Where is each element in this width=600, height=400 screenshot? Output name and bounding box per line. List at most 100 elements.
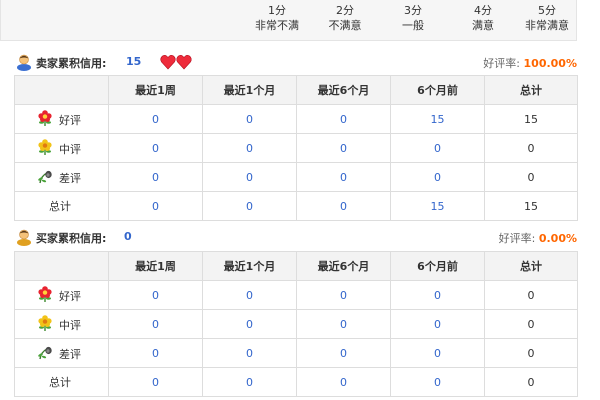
buyer-rate-label: 好评率: bbox=[498, 232, 536, 245]
row-label-cell: 好评 bbox=[14, 104, 109, 134]
row-label: 总计 bbox=[49, 200, 71, 213]
table-cell[interactable]: 0 bbox=[202, 309, 297, 339]
row-label: 差评 bbox=[59, 172, 81, 185]
score-legend-item-1: 1分 非常不满 bbox=[247, 3, 307, 33]
buyer-credit-title: 买家累积信用: bbox=[36, 232, 107, 245]
table-cell[interactable]: 0 bbox=[202, 162, 297, 192]
buyer-credit-score[interactable]: 0 bbox=[124, 230, 132, 243]
table-cell[interactable]: 0 bbox=[390, 280, 485, 310]
buyer-person-icon bbox=[17, 229, 31, 246]
table-cell[interactable]: 0 bbox=[108, 162, 203, 192]
row-label: 好评 bbox=[59, 114, 81, 127]
buyer-rate: 好评率: 0.00% bbox=[499, 230, 577, 246]
seller-credit-title: 卖家累积信用: bbox=[36, 57, 107, 70]
table-cell-total: 0 bbox=[484, 162, 578, 192]
table-cell-total: 0 bbox=[484, 309, 578, 339]
table-cell[interactable]: 0 bbox=[296, 104, 391, 134]
table-cell[interactable]: 15 bbox=[390, 191, 485, 221]
row-label-cell: 好评 bbox=[14, 280, 109, 310]
row-label: 总计 bbox=[49, 376, 71, 389]
table-cell[interactable]: 0 bbox=[108, 367, 203, 397]
seller-person-icon bbox=[17, 54, 31, 71]
table-cell[interactable]: 0 bbox=[108, 280, 203, 310]
table-cell[interactable]: 0 bbox=[202, 104, 297, 134]
table-row: 中评 0 0 0 0 0 bbox=[14, 133, 578, 163]
wilted-flower-icon bbox=[38, 346, 52, 360]
table-cell[interactable]: 0 bbox=[108, 133, 203, 163]
table-cell[interactable]: 0 bbox=[296, 162, 391, 192]
table-cell[interactable]: 0 bbox=[390, 367, 485, 397]
row-label-cell: 总计 bbox=[14, 367, 109, 397]
yellow-flower-icon bbox=[38, 315, 52, 331]
table-cell[interactable]: 0 bbox=[202, 338, 297, 368]
row-label-cell: 中评 bbox=[14, 133, 109, 163]
table-cell[interactable]: 0 bbox=[296, 338, 391, 368]
table-cell-total: 0 bbox=[484, 280, 578, 310]
column-header: 最近1周 bbox=[108, 75, 203, 105]
row-label-cell: 差评 bbox=[14, 162, 109, 192]
table-cell-total: 0 bbox=[484, 367, 578, 397]
table-cell[interactable]: 0 bbox=[108, 104, 203, 134]
table-row: 好评 0 0 0 15 15 bbox=[14, 104, 578, 134]
table-cell[interactable]: 0 bbox=[296, 280, 391, 310]
score-desc: 不满意 bbox=[328, 19, 362, 32]
score-value: 5分 bbox=[538, 4, 556, 17]
row-label: 差评 bbox=[59, 348, 81, 361]
row-label-cell: 差评 bbox=[14, 338, 109, 368]
table-header-row: 最近1周 最近1个月 最近6个月 6个月前 总计 bbox=[14, 75, 578, 105]
wilted-flower-icon bbox=[38, 170, 52, 184]
row-label: 中评 bbox=[59, 319, 81, 332]
seller-rate-value: 100.00% bbox=[523, 57, 577, 70]
score-desc: 非常不满 bbox=[255, 19, 299, 32]
red-flower-icon bbox=[38, 110, 52, 126]
row-label: 好评 bbox=[59, 290, 81, 303]
red-flower-icon bbox=[38, 286, 52, 302]
table-row: 好评 0 0 0 0 0 bbox=[14, 280, 578, 310]
table-cell[interactable]: 0 bbox=[390, 309, 485, 339]
score-desc: 非常满意 bbox=[525, 19, 569, 32]
column-header: 6个月前 bbox=[390, 75, 485, 105]
table-cell[interactable]: 0 bbox=[296, 133, 391, 163]
table-cell-total: 15 bbox=[484, 104, 578, 134]
table-row-total: 总计 0 0 0 15 15 bbox=[14, 191, 578, 221]
score-value: 3分 bbox=[404, 4, 422, 17]
table-row: 差评 0 0 0 0 0 bbox=[14, 338, 578, 368]
score-desc: 满意 bbox=[472, 19, 494, 32]
table-row: 差评 0 0 0 0 0 bbox=[14, 162, 578, 192]
table-cell[interactable]: 0 bbox=[296, 367, 391, 397]
seller-credit-table: 最近1周 最近1个月 最近6个月 6个月前 总计 好评 0 0 0 15 15 … bbox=[14, 75, 578, 221]
table-row-total: 总计 0 0 0 0 0 bbox=[14, 367, 578, 397]
row-label: 中评 bbox=[59, 143, 81, 156]
score-legend: 1分 非常不满 2分 不满意 3分 一般 4分 满意 5分 非常满意 bbox=[0, 0, 577, 41]
table-cell-total: 0 bbox=[484, 133, 578, 163]
score-legend-item-2: 2分 不满意 bbox=[315, 3, 375, 33]
score-legend-item-3: 3分 一般 bbox=[383, 3, 443, 33]
table-cell[interactable]: 0 bbox=[296, 191, 391, 221]
table-cell[interactable]: 0 bbox=[390, 338, 485, 368]
table-header-row: 最近1周 最近1个月 最近6个月 6个月前 总计 bbox=[14, 251, 578, 281]
buyer-credit-header: 买家累积信用: 0 好评率: 0.00% bbox=[16, 227, 577, 249]
table-cell[interactable]: 15 bbox=[390, 104, 485, 134]
seller-credit-score[interactable]: 15 bbox=[126, 55, 141, 68]
table-cell[interactable]: 0 bbox=[108, 309, 203, 339]
table-cell[interactable]: 0 bbox=[108, 191, 203, 221]
score-legend-item-5: 5分 非常满意 bbox=[517, 3, 577, 33]
table-cell-total: 15 bbox=[484, 191, 578, 221]
table-cell[interactable]: 0 bbox=[202, 191, 297, 221]
table-cell[interactable]: 0 bbox=[202, 367, 297, 397]
column-header: 最近6个月 bbox=[296, 251, 391, 281]
column-header: 总计 bbox=[484, 75, 578, 105]
score-legend-item-4: 4分 满意 bbox=[453, 3, 513, 33]
table-cell[interactable]: 0 bbox=[202, 280, 297, 310]
table-cell[interactable]: 0 bbox=[202, 133, 297, 163]
score-desc: 一般 bbox=[402, 19, 424, 32]
column-header: 最近1个月 bbox=[202, 251, 297, 281]
table-cell[interactable]: 0 bbox=[390, 133, 485, 163]
table-cell[interactable]: 0 bbox=[296, 309, 391, 339]
table-cell[interactable]: 0 bbox=[108, 338, 203, 368]
row-label-cell: 中评 bbox=[14, 309, 109, 339]
score-value: 4分 bbox=[474, 4, 492, 17]
table-cell[interactable]: 0 bbox=[390, 162, 485, 192]
column-header: 最近1周 bbox=[108, 251, 203, 281]
table-cell-total: 0 bbox=[484, 338, 578, 368]
